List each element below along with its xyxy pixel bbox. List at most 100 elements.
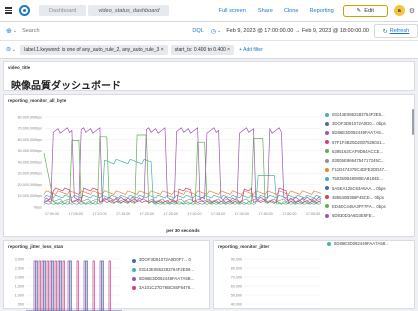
y-tick-label: 50,000 [231,293,242,297]
x-tick-label: 17:25:00 [163,212,177,216]
x-tick-label: 17:50:00 [282,212,296,216]
legend-item[interactable]: 6395163CAF9D84ACCE... [325,147,388,156]
calendar-icon[interactable]: ◷ [211,28,216,35]
legend-item[interactable]: 03143E0862283764F2E59... [132,265,194,274]
app-logo-icon[interactable] [19,5,30,16]
legend-item[interactable]: 5D930D3A6D3E6FE... [325,211,388,220]
refresh-button[interactable]: ↻ Refresh [373,24,418,38]
y-tick-label: 80,000 [231,266,242,270]
share-link[interactable]: Share [258,8,273,14]
series-line [43,198,322,203]
legend-scrollbar[interactable] [412,109,414,135]
line-chart: 80,000,000bps 70,000,000bps 60,000,000bps 5… [18,115,322,233]
legend-item[interactable]: 3A101C27D76BC65F6478... [132,284,194,293]
dashboard-title: 映像品質ダッシュボード [11,81,121,92]
pencil-icon: ✎ [356,7,362,14]
legend-label: 5D930D3A6D3E6FE... [332,213,376,219]
filter-icon[interactable]: ⊜ [6,46,11,53]
y-tick-label: 20,000,000bps [18,183,43,187]
legend-swatch [325,167,329,172]
saved-query-icon[interactable]: ⊕ [6,27,12,35]
legend-item[interactable]: 5A5EA125C63A6AA... 0bps [325,184,388,193]
search-input[interactable] [22,25,189,37]
x-tick-label: 17:00:00 [45,212,59,216]
legend-label: 5D86E3D092449FAA7A5... [332,130,385,136]
y-tick-label: 500 [18,302,24,306]
x-tick-label: 17:20:00 [140,212,154,216]
filter-chevron-icon[interactable]: ⌄ [12,47,16,53]
legend-swatch [132,267,136,272]
legend-swatch [132,258,136,263]
edit-button[interactable]: ✎ Edit [342,4,388,17]
reporting-link[interactable]: Reporting [309,8,333,14]
legend-swatch [327,241,331,246]
legend-label: 5D86E3D092449FAA7A5B... [139,275,195,281]
filter-pill-start-ts[interactable]: start_ts: 0.400 to 0.400 × [170,44,235,55]
add-filter-link[interactable]: + Add filter [239,47,263,53]
filter-bar: ⊜ ⌄ label.1.keyword: is one of any_auto_… [0,41,418,59]
legend-item[interactable]: 67F1F4B25D2087526031... [325,138,388,147]
legend-label: 3A101C27D76BC65F6478... [139,285,194,290]
y-tick-label: 0bps [34,205,42,209]
y-tick-label: 10,000,000bps [18,194,43,198]
chart-legend: 3DOF3D81072A0D0F7... 0 03143E0862283764F2… [132,256,194,293]
dql-toggle[interactable]: DQL [192,28,204,34]
legend-item[interactable]: ED4EC446A3FF7FA... 0bps [325,202,388,211]
x-tick-label: 17:35:00 [211,212,225,216]
legend-label: 5D86E3D092449FAA7A58... [334,241,389,247]
legend-item[interactable]: 750350B48080EA8184E... [325,174,388,183]
y-tick-label: 70,000,000bps [18,127,43,131]
y-tick-label: 60,000 [231,284,242,288]
date-chevron-icon[interactable]: ⌄ [217,28,221,34]
legend-item[interactable]: 83005E8664754717245C... [325,156,388,165]
chart-legend: 5D86E3D092449FAA7A58... [327,239,389,248]
breadcrumb-current: video_status_dashboard [88,5,170,16]
legend-item[interactable]: 5D86E3D092449FAA7A5B... [132,274,194,283]
y-tick-label: 60,000,000bps [18,138,43,142]
fullscreen-link[interactable]: Full screen [219,8,246,14]
chevron-down-icon[interactable]: ⌄ [13,28,17,34]
chart-legend: 03143E0862283764F2E5... 3DOF3D81072A0D0..… [325,110,388,220]
legend-swatch [325,149,329,154]
y-tick-label: 80,000,000bps [18,115,43,119]
y-tick-label: 90,000 [231,257,242,261]
filter-pill-label[interactable]: label.1.keyword: is one of any_auto_rule… [20,44,168,55]
series-line [43,134,322,205]
legend-swatch [325,158,329,163]
gear-icon[interactable]: ⚙ [409,7,415,15]
x-tick-label: 17:40:00 [235,212,249,216]
legend-swatch [325,176,329,181]
menu-icon[interactable] [5,7,12,14]
legend-item[interactable]: 03143E0862283764F2E5... [325,110,388,119]
avatar[interactable]: a [393,5,405,16]
title-panel-label: video_title [8,65,31,70]
refresh-icon: ↻ [382,28,388,35]
clone-link[interactable]: Clone [284,8,299,14]
x-tick-label: 17:05:00 [69,212,83,216]
legend-item[interactable]: F11D474378C4DFE2DD47... [325,165,388,174]
legend-item[interactable]: 3DOF3D81072A0D0F7... 0 [132,256,194,265]
time-range[interactable]: Feb 9, 2023 @ 17:00:00.00 → Feb 9, 2023 … [226,28,369,34]
legend-item[interactable]: 5D86E3D092449FAA7A5... [325,128,388,137]
panel-title: reporting_monitor_all_byte [8,98,67,103]
top-nav-bar: Dashboard video_status_dashboard Full sc… [0,0,418,22]
legend-label: 6395163CAF9D84ACCE... [332,148,384,154]
legend-swatch [325,130,329,135]
line-chart: 3,000 2,500 2,000 1,500 1,000 500 [15,257,122,311]
legend-swatch [325,112,329,117]
legend-item[interactable]: 5D86E3D092449FAA7A58... [327,239,389,248]
breadcrumb-dashboard[interactable]: Dashboard [39,5,87,16]
legend-swatch [325,195,329,200]
jitter-loss-panel: reporting_jitter_loss_stan 3,000 2,500 2,0… [3,240,210,311]
legend-label: ED4EC446A3FF7FA... 0bps [332,203,386,209]
legend-label: 3DOF3D81072A0D0F7... 0 [139,257,191,263]
legend-swatch [325,186,329,191]
legend-label: 750350B48080EA8184E... [332,176,383,182]
x-tick-label: 17:30:00 [187,212,201,216]
legend-swatch [325,213,329,218]
legend-item[interactable]: 486540B369F45CE... 0bps [325,193,388,202]
y-tick-label: 40,000 [231,302,242,306]
legend-item[interactable]: 3DOF3D81072A0D0... 0bps [325,119,388,128]
legend-label: 5A5EA125C63A6AA... 0bps [332,185,386,191]
series-line [43,127,322,202]
